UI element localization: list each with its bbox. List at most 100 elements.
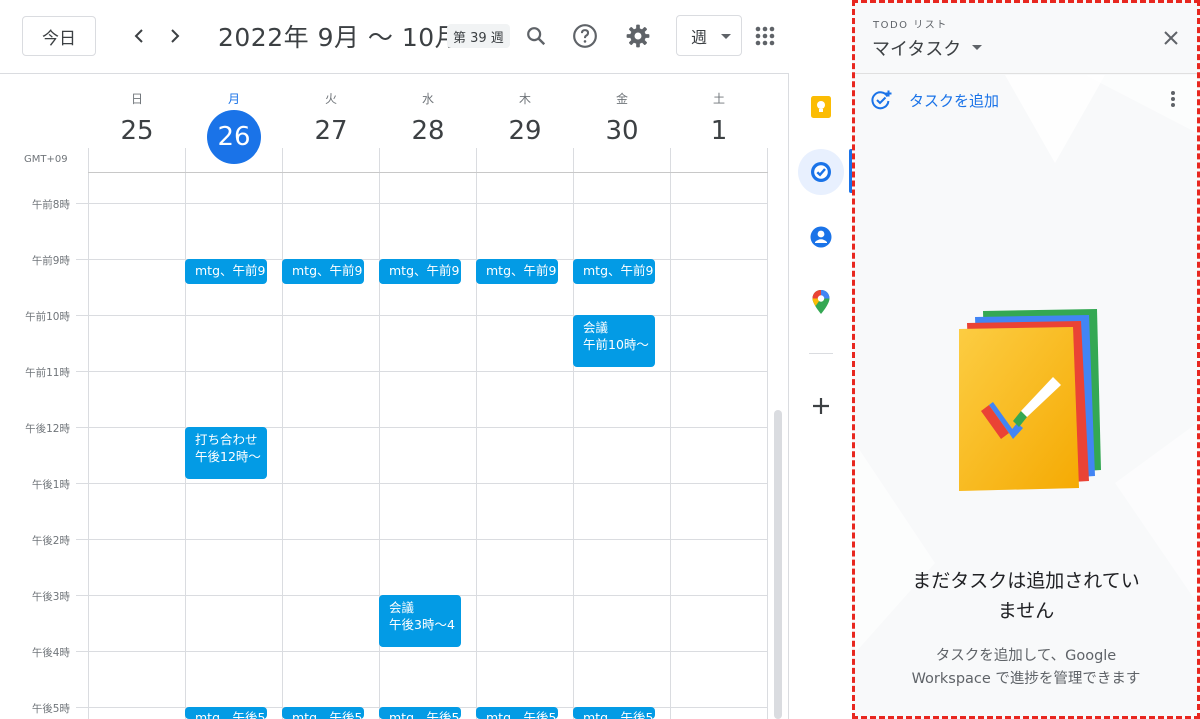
calendar-scrollbar[interactable] — [774, 410, 782, 719]
chevron-left-icon — [134, 29, 143, 43]
hour-line — [76, 427, 768, 428]
event-mtg[interactable]: mtg、午前9 — [379, 259, 461, 284]
settings-button[interactable] — [622, 20, 654, 52]
close-panel-button[interactable] — [1158, 25, 1184, 51]
prev-week-button[interactable] — [124, 21, 154, 51]
event-time: 午前10時〜 — [583, 337, 649, 352]
view-selector[interactable]: 週 — [676, 15, 742, 56]
add-addon-button[interactable] — [798, 383, 844, 429]
grid-column-line — [282, 148, 283, 719]
search-icon — [527, 27, 546, 46]
hour-line — [76, 371, 768, 372]
week-number-badge: 第 39 週 — [447, 24, 510, 48]
tasks-button-active[interactable] — [798, 149, 844, 195]
event-title: 会議 — [583, 320, 609, 335]
day-number[interactable]: 27 — [283, 114, 379, 148]
grid-column-line — [88, 148, 89, 719]
day-header-sun[interactable]: 日 25 — [89, 90, 185, 148]
event-title: mtg、午前9 — [195, 263, 266, 278]
empty-state-title-line: ません — [997, 600, 1055, 622]
day-header-thu[interactable]: 木 29 — [477, 90, 573, 148]
day-name: 月 — [227, 92, 240, 106]
tasks-icon — [811, 162, 831, 182]
date-range-title: 2022年 9月 〜 10月 — [218, 23, 461, 52]
event-discussion[interactable]: 打ち合わせ 午後12時〜 — [185, 427, 267, 479]
grid-column-line — [767, 148, 768, 719]
panel-divider — [855, 73, 1197, 74]
event-mtg[interactable]: mtg、午前9 — [185, 259, 267, 284]
event-mtg[interactable]: mtg、午後5 — [476, 707, 558, 719]
hour-label: 午後12時 — [25, 423, 70, 435]
event-title: mtg、午前9 — [486, 263, 557, 278]
hour-line — [76, 203, 768, 204]
day-number[interactable]: 1 — [671, 114, 767, 148]
empty-state-title: まだタスクは追加されてい ません — [855, 566, 1197, 626]
side-panel-rail — [788, 73, 853, 719]
contacts-button[interactable] — [798, 214, 844, 260]
gear-icon — [626, 24, 650, 48]
hour-label: 午前8時 — [31, 199, 70, 211]
today-button[interactable]: 今日 — [22, 16, 96, 56]
calendar-header: 今日 2022年 9月 〜 10月 第 39 週 週 — [0, 0, 852, 73]
day-header-sat[interactable]: 土 1 — [671, 90, 767, 148]
add-task-label: タスクを追加 — [909, 91, 1000, 110]
task-list-selector[interactable]: マイタスク — [872, 35, 961, 61]
event-mtg[interactable]: mtg、午前9 — [282, 259, 364, 284]
event-mtg[interactable]: mtg、午後5 — [282, 707, 364, 719]
event-time: 午後12時〜 — [195, 449, 261, 464]
day-name: 土 — [712, 92, 725, 106]
keep-icon — [811, 96, 831, 118]
event-title: mtg、午前9 — [389, 263, 460, 278]
event-mtg[interactable]: mtg、午後5 — [573, 707, 655, 719]
event-mtg[interactable]: mtg、午後5 — [185, 707, 267, 719]
apps-button[interactable] — [749, 20, 781, 52]
hour-label: 午前11時 — [25, 367, 70, 379]
day-header-tue[interactable]: 火 27 — [283, 90, 379, 148]
event-mtg[interactable]: mtg、午前9 — [476, 259, 558, 284]
dropdown-caret-icon[interactable] — [972, 45, 982, 50]
empty-state-description-line: Workspace で進捗を管理できます — [911, 671, 1141, 687]
day-number-today[interactable]: 26 — [207, 110, 261, 164]
search-button[interactable] — [520, 20, 552, 52]
event-meeting[interactable]: 会議 午前10時〜 — [573, 315, 655, 367]
event-mtg[interactable]: mtg、午前9 — [573, 259, 655, 284]
event-title: mtg、午後5 — [486, 710, 557, 719]
hour-label: 午前10時 — [25, 311, 70, 323]
add-icon — [813, 398, 829, 414]
hour-line — [76, 539, 768, 540]
event-mtg[interactable]: mtg、午後5 — [379, 707, 461, 719]
event-title: mtg、午後5 — [583, 710, 654, 719]
empty-state-description: タスクを追加して、Google Workspace で進捗を管理できます — [855, 645, 1197, 691]
day-name: 火 — [324, 92, 337, 106]
empty-state-title-line: まだタスクは追加されてい — [912, 570, 1140, 592]
help-button[interactable] — [569, 20, 601, 52]
apps-grid-icon — [755, 26, 775, 46]
add-task-button[interactable]: タスクを追加 — [869, 87, 999, 113]
view-selector-label: 週 — [691, 27, 708, 47]
timezone-label: GMT+09 — [24, 154, 68, 165]
grid-column-line — [476, 148, 477, 719]
day-name: 金 — [615, 92, 628, 106]
more-options-button[interactable] — [1163, 87, 1183, 111]
hour-line — [76, 483, 768, 484]
day-header-fri[interactable]: 金 30 — [574, 90, 670, 148]
grid-column-line — [670, 148, 671, 719]
close-icon — [1164, 31, 1178, 45]
day-header-wed[interactable]: 水 28 — [380, 90, 476, 148]
hour-label: 午後5時 — [31, 703, 70, 715]
empty-state-description-line: タスクを追加して、Google — [935, 648, 1117, 664]
help-icon — [573, 24, 597, 48]
day-number[interactable]: 30 — [574, 114, 670, 148]
day-number[interactable]: 25 — [89, 114, 185, 148]
keep-button[interactable] — [798, 84, 844, 130]
event-meeting[interactable]: 会議 午後3時〜4 — [379, 595, 461, 647]
chevron-right-icon — [171, 29, 180, 43]
next-week-button[interactable] — [160, 21, 190, 51]
day-number[interactable]: 28 — [380, 114, 476, 148]
day-header-mon-today[interactable]: 月 26 — [186, 90, 282, 164]
day-number[interactable]: 29 — [477, 114, 573, 148]
hour-label: 午後3時 — [31, 591, 70, 603]
todo-list-label: TODO リスト — [873, 20, 948, 31]
maps-button[interactable] — [798, 279, 844, 325]
hour-line — [76, 315, 768, 316]
